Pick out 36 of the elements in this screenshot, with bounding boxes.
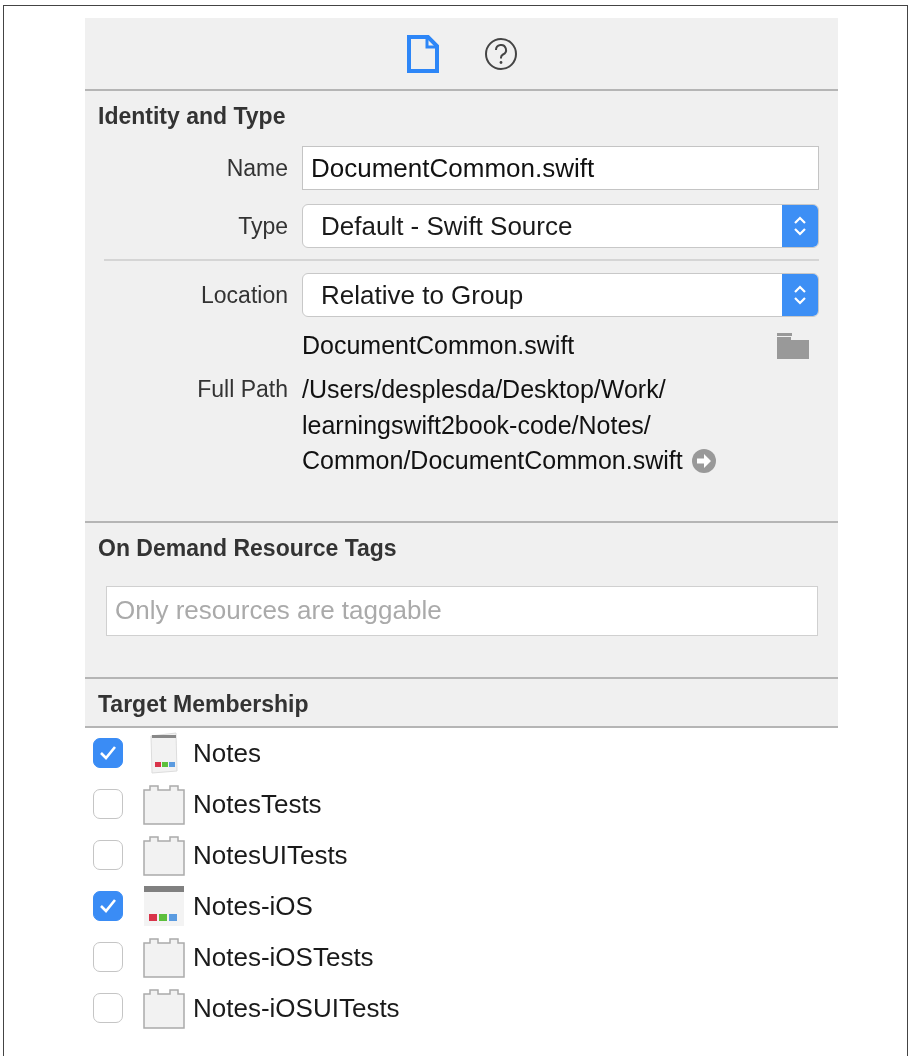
location-popup[interactable]: Relative to Group — [302, 273, 819, 317]
field-label: Full Path — [196, 375, 288, 404]
app-icon — [143, 885, 185, 927]
file-tab[interactable] — [405, 33, 440, 74]
checkbox[interactable] — [93, 789, 123, 819]
section-title: Identity and Type — [98, 102, 287, 131]
section-title: On Demand Resource Tags — [98, 533, 398, 563]
checkbox[interactable] — [93, 840, 123, 870]
target-name: NotesTests — [193, 788, 322, 820]
bundle-icon — [143, 936, 185, 978]
checkbox[interactable] — [93, 738, 123, 768]
field-label: Name — [225, 154, 288, 182]
checkbox[interactable] — [93, 942, 123, 972]
checkmark-icon — [99, 898, 117, 914]
target-name: Notes-iOSUITests — [193, 992, 400, 1024]
tags-field[interactable]: Only resources are taggable — [106, 585, 818, 636]
target-name: NotesUITests — [193, 839, 348, 871]
target-name: Notes-iOSTests — [193, 941, 374, 973]
checkmark-icon — [99, 745, 117, 761]
field-label: Location — [200, 281, 288, 309]
help-tab[interactable] — [483, 36, 518, 71]
target-name: Notes — [193, 737, 261, 769]
type-popup[interactable]: Default - Swift Source — [302, 204, 819, 248]
folder-icon[interactable] — [777, 332, 809, 359]
section-title: Target Membership — [98, 690, 310, 718]
bundle-icon — [143, 834, 185, 876]
arrow-circle-icon[interactable] — [690, 447, 717, 474]
field-label: Type — [237, 212, 288, 240]
bundle-icon — [143, 783, 185, 825]
bundle-icon — [143, 987, 185, 1029]
checkbox[interactable] — [93, 891, 123, 921]
name-field[interactable]: DocumentCommon.swift — [302, 146, 819, 190]
target-name: Notes-iOS — [193, 890, 313, 922]
full-path: /Users/desplesda/Desktop/Work/ learningswift2book-code/Notes/ Common/DocumentCommon.swift — [302, 374, 683, 476]
checkbox[interactable] — [93, 993, 123, 1023]
file-name: DocumentCommon.swift — [302, 331, 576, 360]
